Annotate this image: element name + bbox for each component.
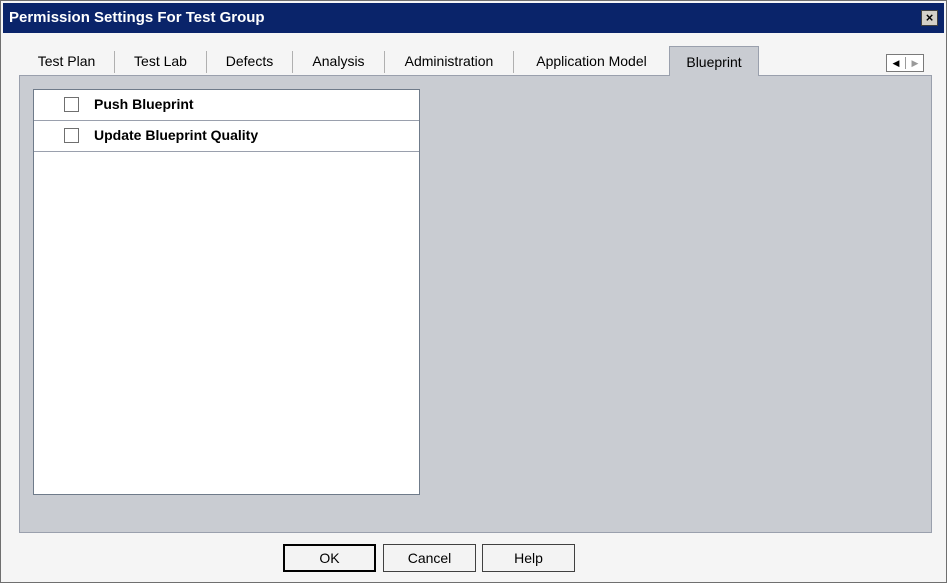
dialog-buttons: OK Cancel Help [1,537,946,577]
permission-settings-dialog: Permission Settings For Test Group × Tes… [0,0,947,583]
list-item-label: Push Blueprint [94,96,194,112]
tab-scroll-control: ◀ ▶ [886,54,924,72]
tab-application-model[interactable]: Application Model [514,46,669,76]
tab-defects[interactable]: Defects [207,46,292,76]
cancel-button[interactable]: Cancel [383,544,476,572]
tab-administration[interactable]: Administration [385,46,513,76]
close-icon[interactable]: × [921,10,938,26]
update-blueprint-quality-checkbox[interactable] [64,128,79,143]
ok-button[interactable]: OK [283,544,376,572]
push-blueprint-checkbox[interactable] [64,97,79,112]
scroll-left-icon[interactable]: ◀ [887,55,905,71]
list-item-label: Update Blueprint Quality [94,127,259,143]
scroll-right-icon[interactable]: ▶ [906,55,924,71]
tab-blueprint[interactable]: Blueprint [669,46,759,77]
tab-test-lab[interactable]: Test Lab [115,46,206,76]
tab-strip: Test Plan Test Lab Defects Analysis Admi… [19,46,932,77]
help-button[interactable]: Help [482,544,575,572]
tab-test-plan[interactable]: Test Plan [19,46,114,76]
list-item[interactable]: Push Blueprint [34,90,419,121]
title-bar: Permission Settings For Test Group × [3,3,944,33]
list-item[interactable]: Update Blueprint Quality [34,121,419,152]
tab-analysis[interactable]: Analysis [293,46,384,76]
tab-panel-blueprint: Push Blueprint Update Blueprint Quality [19,76,932,533]
permissions-list: Push Blueprint Update Blueprint Quality [33,89,420,495]
dialog-title: Permission Settings For Test Group [9,9,265,26]
